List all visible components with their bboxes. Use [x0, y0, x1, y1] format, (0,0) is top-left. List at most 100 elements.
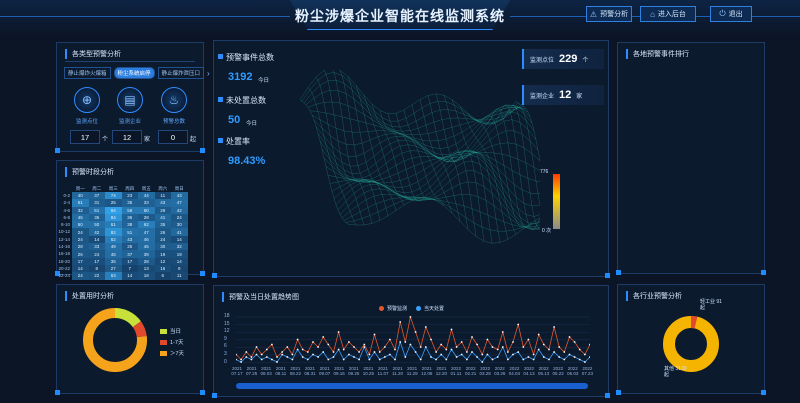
data-point — [460, 353, 463, 356]
data-point — [348, 341, 350, 343]
heatmap-cell: 16 — [154, 264, 171, 273]
data-point — [240, 361, 242, 363]
data-point — [424, 326, 427, 328]
kpi-value-warnings: 0 — [158, 130, 188, 144]
x-date-label: 2022 01.11 — [450, 366, 462, 376]
heatmap-cell: 33 — [138, 199, 155, 207]
tab-fire-box[interactable]: 静止爆炸火爆箱 — [64, 67, 111, 79]
kpi-unit-points: 个 — [102, 137, 109, 143]
data-point — [306, 351, 309, 353]
data-point — [455, 356, 458, 358]
data-point — [240, 358, 242, 361]
heatmap-cell: 19 — [154, 250, 171, 258]
data-point — [542, 356, 545, 358]
heatmap-cell: 62 — [138, 221, 155, 229]
data-point — [548, 358, 550, 361]
x-date-label: 2022 03.26 — [494, 366, 506, 376]
heatmap-cell: 49 — [105, 243, 122, 251]
data-point — [476, 356, 478, 358]
data-point — [399, 321, 402, 323]
kpi-unit-companies: 家 — [144, 137, 151, 143]
heatmap-cell: 51 — [121, 228, 138, 236]
y-tick-label: 12 — [224, 328, 230, 335]
chevron-right-icon[interactable]: › — [207, 69, 210, 78]
y-tick-label: 0 — [224, 358, 227, 365]
heatmap-cell: 13 — [138, 264, 155, 273]
trend-scrollbar[interactable] — [236, 383, 588, 389]
heatmap-cell: 17 — [72, 257, 89, 265]
heatmap-cell: 41 — [171, 228, 188, 236]
data-point — [450, 328, 453, 331]
heatmap-cell: 17 — [121, 257, 138, 265]
y-tick-label: 9 — [224, 335, 227, 342]
warn-analysis-button[interactable]: ⚠ 预警分析 — [586, 6, 632, 22]
kpi-label-companies: 监测企业 — [118, 119, 141, 125]
panel-title: 处置用时分析 — [65, 291, 114, 301]
heatmap-cell: 24 — [72, 272, 89, 280]
data-point — [358, 358, 360, 361]
heatmap-cell: 14 — [171, 257, 188, 265]
data-point — [271, 358, 273, 361]
tab-relief-port[interactable]: 静止爆炸泄压口 — [157, 67, 205, 79]
heatmap-cell: 40 — [72, 192, 89, 200]
heatmap-slot-label: 4-6 — [63, 207, 70, 213]
stat-pending-value: 50 — [228, 114, 241, 126]
data-point — [322, 336, 325, 338]
enter-backend-button[interactable]: ⌂ 进入后台 — [640, 6, 696, 22]
kpi-label-points: 监测点位 — [75, 119, 98, 125]
heatmap-cell: 94 — [105, 206, 122, 214]
data-point — [255, 346, 258, 348]
heatmap-cell: 27 — [105, 264, 122, 273]
heatmap-cell: 14 — [171, 235, 188, 244]
data-point — [507, 351, 509, 353]
heatmap-cell: 14 — [88, 235, 105, 244]
data-point — [265, 356, 268, 358]
data-point — [353, 346, 355, 348]
mesh-line — [333, 154, 540, 217]
surface-mesh — [299, 70, 540, 244]
data-point — [455, 346, 458, 348]
heatmap-cell: 7 — [121, 264, 138, 273]
heatmap-slot-label: 18-20 — [58, 258, 70, 264]
heatmap-slot-label: 2-4 — [63, 200, 70, 206]
logout-button[interactable]: ⏻ 退出 — [710, 6, 752, 22]
data-point — [337, 331, 340, 333]
data-point — [337, 348, 340, 351]
heatmap-cell: 11 — [171, 272, 188, 280]
data-point — [414, 331, 417, 333]
panel-title: 预警及当日处置趋势图 — [222, 292, 299, 302]
heatmap-cell: 35 — [88, 213, 105, 222]
heatmap-cell: 19 — [171, 250, 188, 258]
heatmap-slot-label: 10-12 — [58, 229, 70, 235]
data-point — [522, 358, 525, 361]
x-date-label: 2021 08.22 — [289, 366, 302, 376]
heatmap-cell: 51 — [88, 206, 105, 214]
data-point — [260, 358, 263, 361]
scale-max-label: 776 — [540, 169, 549, 175]
duration-donut — [83, 308, 147, 372]
heatmap-slot-label: 0-2 — [63, 193, 70, 198]
data-point — [527, 356, 530, 358]
data-point — [573, 356, 576, 358]
data-point — [532, 353, 535, 356]
kpi-value-companies: 12 — [112, 130, 142, 144]
x-date-label: 2021 11.20 — [392, 366, 404, 376]
heatmap-cell: 60 — [138, 206, 155, 214]
counter-companies: 监测企业 12 家 — [522, 85, 604, 105]
panel-title: 各类型预警分析 — [65, 49, 121, 59]
heatmap-cell: 36 — [121, 213, 138, 222]
y-tick-label: 15 — [224, 320, 230, 327]
heatmap: 周一 周二 周三 周四 周五 周六 周日 40 37 74 23 44 11 43 61 31 25 35 33 4… — [72, 186, 188, 280]
legend-dot — [416, 306, 421, 311]
data-point — [363, 346, 366, 348]
x-date-label: 2021 12.20 — [435, 366, 448, 376]
heatmap-cell: 43 — [171, 192, 188, 200]
data-point — [537, 348, 540, 351]
data-point — [281, 353, 284, 356]
tab-dust-system[interactable]: 粉尘系统启停 — [113, 67, 155, 79]
data-point — [245, 356, 248, 358]
data-point — [563, 351, 566, 353]
data-point — [476, 343, 478, 346]
x-date-label: 2021 08.03 — [260, 366, 272, 376]
data-point — [342, 358, 345, 361]
